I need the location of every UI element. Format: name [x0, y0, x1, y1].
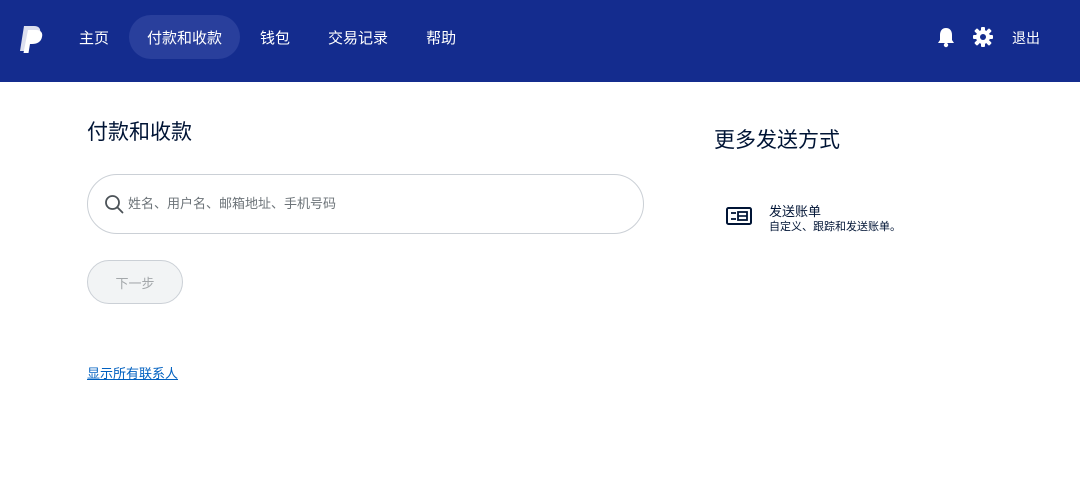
page-title: 付款和收款 [87, 120, 192, 144]
main-nav: 主页 付款和收款 钱包 交易记录 帮助 [61, 15, 476, 59]
top-nav-bar: 主页 付款和收款 钱包 交易记录 帮助 退出 [0, 0, 1080, 82]
show-all-contacts-link[interactable]: 显示所有联系人 [87, 363, 178, 382]
nav-help[interactable]: 帮助 [408, 15, 474, 59]
bell-icon[interactable] [935, 26, 957, 48]
next-button[interactable]: 下一步 [87, 260, 183, 304]
nav-activity[interactable]: 交易记录 [310, 15, 406, 59]
invoice-icon [726, 207, 752, 225]
logout-link[interactable]: 退出 [1012, 28, 1040, 48]
send-invoice-option[interactable]: 发送账单 自定义、跟踪和发送账单。 [722, 200, 942, 236]
nav-pay-and-receive[interactable]: 付款和收款 [129, 15, 241, 59]
paypal-logo-icon[interactable] [18, 24, 44, 54]
recipient-search[interactable] [87, 174, 644, 234]
recipient-search-input[interactable] [128, 191, 618, 217]
search-icon [105, 195, 124, 214]
gear-icon[interactable] [972, 26, 994, 48]
nav-home[interactable]: 主页 [61, 15, 127, 59]
more-ways-title: 更多发送方式 [714, 128, 840, 152]
invoice-description: 自定义、跟踪和发送账单。 [769, 220, 901, 233]
nav-wallet[interactable]: 钱包 [242, 15, 308, 59]
